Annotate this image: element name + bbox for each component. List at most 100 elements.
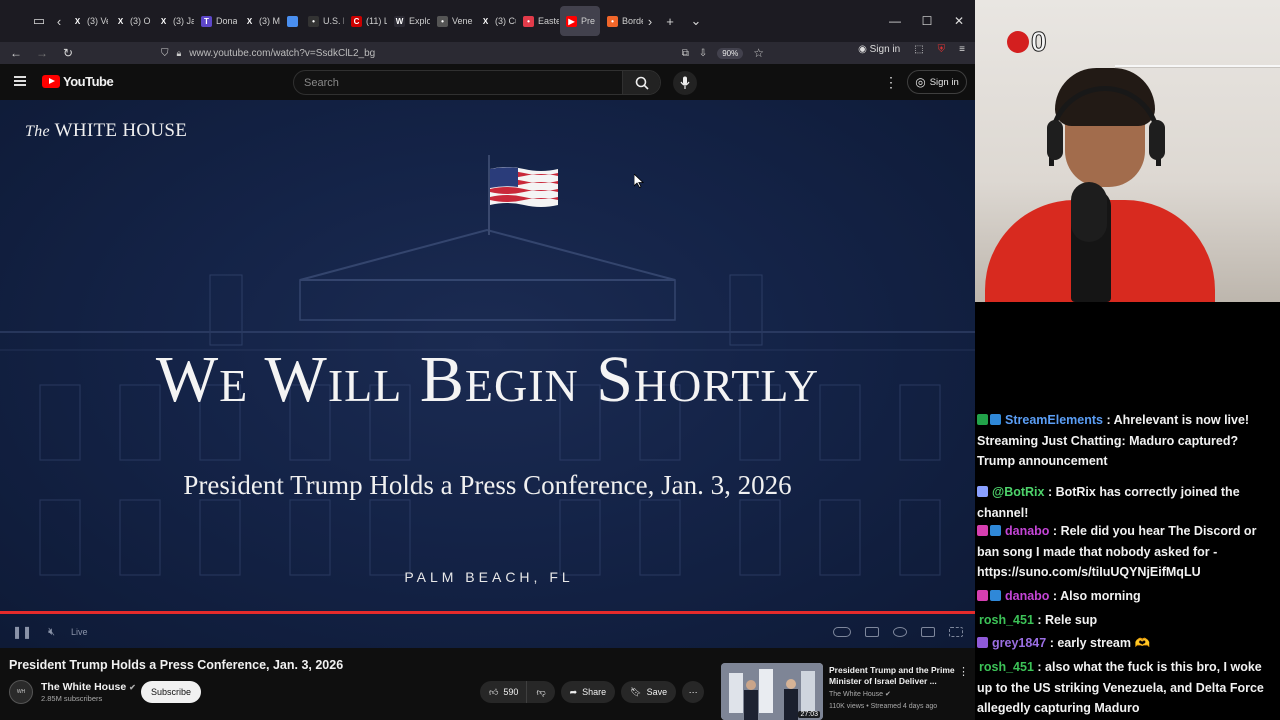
heart-count: 0: [1031, 26, 1048, 58]
x-icon: X: [72, 15, 83, 27]
maximize-icon[interactable]: ☐: [911, 14, 943, 28]
chat-message: danabo : Also morning: [977, 586, 1275, 607]
like-button[interactable]: 👍︎ 590: [480, 681, 527, 703]
chat-username[interactable]: StreamElements: [1005, 413, 1103, 427]
zoom-badge[interactable]: 90%: [717, 47, 744, 59]
stream-chat: StreamElements : Ahrelevant is now live!…: [975, 302, 1280, 720]
browser-tab[interactable]: W Explore: [388, 6, 430, 36]
browser-tab[interactable]: • Easter: [517, 6, 559, 36]
youtube-logo[interactable]: YouTube: [42, 74, 114, 89]
chat-message: rosh_451 : Rele sup: [977, 610, 1275, 631]
browser-tab[interactable]: [281, 6, 301, 36]
chat-username[interactable]: rosh_451: [979, 613, 1034, 627]
tracking-shield-icon[interactable]: ⛉: [161, 48, 169, 59]
recommended-title[interactable]: President Trump and the Prime Minister o…: [829, 665, 957, 687]
browser-tab[interactable]: X (3) OS: [109, 6, 151, 36]
account-button[interactable]: ◉ Sign in: [858, 44, 900, 55]
tab-list-dropdown-icon[interactable]: ⌄: [683, 8, 709, 34]
url-text[interactable]: www.youtube.com/watch?v=SsdkClL2_bg: [189, 48, 375, 59]
browser-tabbar: ▭ ‹ X (3) Ve X (3) OS X (3) Jav T Donal X (3) Ma •…: [0, 0, 975, 42]
captions-icon[interactable]: [865, 627, 879, 637]
account-circle-icon: ◎: [915, 75, 926, 89]
lock-icon[interactable]: 🔒︎: [177, 48, 182, 59]
youtube-header: YouTube Search ⋮ ◎ Sign in: [0, 64, 975, 100]
more-actions-button[interactable]: ⋯: [682, 681, 705, 703]
subscribe-button[interactable]: Subscribe: [141, 681, 201, 703]
chat-separator: :: [1044, 485, 1056, 499]
minimize-icon[interactable]: —: [879, 14, 911, 28]
guide-menu-icon[interactable]: [14, 76, 26, 86]
autoplay-toggle[interactable]: [833, 627, 851, 637]
share-label: Share: [582, 687, 607, 697]
thumbs-down-icon: 👎︎: [536, 686, 546, 697]
recommended-video[interactable]: 27:03 President Trump and the Prime Mini…: [721, 663, 971, 720]
close-window-icon[interactable]: ✕: [943, 14, 975, 28]
url-bar[interactable]: ⛉ 🔒︎ www.youtube.com/watch?v=SsdkClL2_bg…: [155, 43, 770, 63]
voice-search-button[interactable]: [673, 71, 697, 95]
search-input[interactable]: Search: [294, 77, 622, 89]
fullscreen-icon[interactable]: [949, 627, 963, 637]
settings-more-icon[interactable]: ⋮: [884, 74, 898, 91]
screenshot-icon[interactable]: ⧉: [682, 48, 689, 59]
bookmark-star-icon[interactable]: ☆: [753, 46, 764, 60]
forward-icon[interactable]: →: [34, 46, 50, 60]
save-button[interactable]: 🔖︎ Save: [621, 681, 677, 703]
dislike-button[interactable]: 👎︎: [526, 681, 555, 703]
back-icon[interactable]: ←: [8, 46, 24, 60]
chat-message: grey1847 : early stream 🫶: [977, 633, 1275, 654]
mute-icon[interactable]: 🔇︎: [48, 626, 55, 639]
browser-tab[interactable]: ▶Pre✕: [560, 6, 600, 36]
live-indicator[interactable]: Live: [71, 627, 88, 637]
browser-tab[interactable]: C (11) Li: [345, 6, 387, 36]
recommended-meta: 110K views • Streamed 4 days ago: [829, 703, 938, 710]
tab-overview-icon[interactable]: ▭: [26, 8, 52, 34]
channel-name[interactable]: The White House ✔: [41, 681, 136, 693]
chat-badge-icon: [990, 525, 1001, 536]
video-player[interactable]: The WHITE HOUSE We Will Begin Shortly Pr…: [0, 100, 975, 648]
theater-mode-icon[interactable]: [921, 627, 935, 637]
browser-tab[interactable]: T Donal: [195, 6, 237, 36]
settings-gear-icon[interactable]: [893, 627, 907, 637]
app-menu-icon[interactable]: ≡: [959, 44, 965, 55]
channel-name-text: The White House: [41, 681, 127, 693]
browser-tab[interactable]: • Borde: [601, 6, 643, 36]
search-button[interactable]: [622, 71, 660, 94]
browser-tab[interactable]: X (3) Cu: [474, 6, 516, 36]
share-button[interactable]: ➦ Share: [560, 681, 616, 703]
chat-text: Rele sup: [1045, 613, 1098, 627]
ublock-icon[interactable]: ⛨: [938, 44, 946, 55]
recommended-thumbnail[interactable]: 27:03: [721, 663, 823, 720]
reload-icon[interactable]: ↻: [60, 46, 76, 60]
browser-tab[interactable]: • Vene: [431, 6, 473, 36]
scroll-tabs-left-icon[interactable]: ‹: [52, 8, 66, 34]
browser-tab[interactable]: X (3) Jav: [152, 6, 194, 36]
browser-tab[interactable]: X (3) Ve: [66, 6, 108, 36]
youtube-sign-in-button[interactable]: ◎ Sign in: [907, 70, 967, 94]
chat-username[interactable]: grey1847: [992, 636, 1046, 650]
chat-message: rosh_451 : also what the fuck is this br…: [977, 657, 1275, 719]
channel-avatar[interactable]: WH: [9, 680, 33, 704]
pause-icon[interactable]: ❚❚: [12, 625, 32, 639]
wp-icon: W: [394, 15, 405, 27]
chat-username[interactable]: danabo: [1005, 524, 1049, 538]
recommended-channel-text: The White House: [829, 691, 884, 698]
recommended-more-icon[interactable]: ⋮: [958, 665, 969, 678]
chat-separator: :: [1046, 636, 1058, 650]
extensions-icon[interactable]: ⬚: [914, 44, 923, 55]
chat-username[interactable]: danabo: [1005, 589, 1049, 603]
new-tab-icon[interactable]: +: [657, 8, 683, 34]
browser-tab[interactable]: • U.S. la: [302, 6, 344, 36]
account-icon: ◉: [858, 44, 867, 55]
save-page-icon[interactable]: ⇩: [699, 48, 707, 59]
recommended-verified-icon: ✔: [885, 691, 891, 698]
chat-username[interactable]: rosh_451: [979, 660, 1034, 674]
search-box[interactable]: Search: [293, 70, 661, 95]
scroll-tabs-right-icon[interactable]: ›: [643, 8, 657, 34]
browser-tab[interactable]: X (3) Ma: [238, 6, 280, 36]
chat-username[interactable]: @BotRix: [992, 485, 1044, 499]
chat-message: StreamElements : Ahrelevant is now live!…: [977, 410, 1275, 472]
wall-shelf: [1115, 65, 1280, 68]
progress-bar[interactable]: [0, 611, 975, 614]
youtube-icon: ▶: [566, 15, 577, 27]
thumbs-up-icon: 👍︎: [489, 686, 499, 697]
